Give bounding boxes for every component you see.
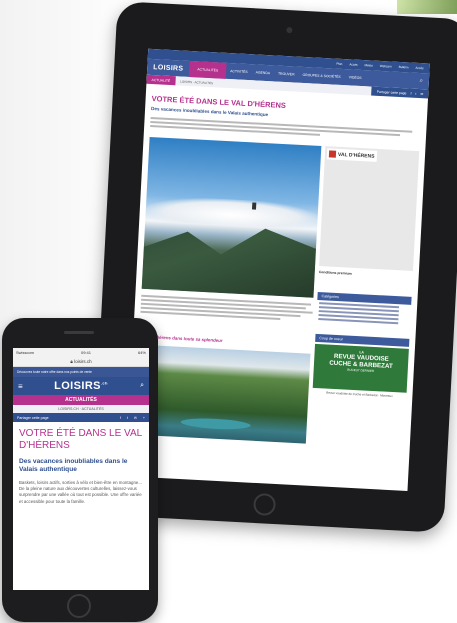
facebook-icon[interactable]: f <box>410 91 411 95</box>
article-body <box>140 294 313 324</box>
breadcrumb: LOISIRS.CH · ACTUALITÉS <box>13 405 149 413</box>
partner-logo: VAL D'HÉRENS <box>326 148 377 162</box>
topbar-link[interactable]: Meteo <box>364 63 373 67</box>
partner-box[interactable]: VAL D'HÉRENS <box>319 146 420 271</box>
nav-item-videos[interactable]: VIDÉOS <box>344 69 366 86</box>
search-icon[interactable]: ⌕ <box>419 78 429 85</box>
article: VOTRE ÉTÉ DANS LE VAL D'HÉRENS Des vacan… <box>13 422 149 505</box>
facebook-icon[interactable]: f <box>120 416 121 420</box>
hamburger-icon[interactable]: ≡ <box>18 382 34 391</box>
url-bar[interactable]: 🔒︎ loisirs.ch <box>13 356 149 367</box>
twitter-icon[interactable]: t <box>415 91 416 95</box>
logo-suffix: .ch <box>100 380 108 386</box>
phone-home-button[interactable] <box>67 594 91 618</box>
twitter-icon[interactable]: t <box>127 416 128 420</box>
paraglider-shape <box>251 202 257 210</box>
nav-item-trouver[interactable]: TROUVER <box>274 65 299 82</box>
background-corner <box>397 0 457 14</box>
article-text: Baskets, loisirs actifs, sorties à vélo … <box>19 480 142 504</box>
page-subtitle: Des vacances inoubliables dans le Valais… <box>19 458 128 473</box>
nav-item-activites[interactable]: ACTIVITÉS <box>226 63 252 80</box>
status-bar: Swisscom 09:41 64% <box>13 348 149 356</box>
tablet-home-button[interactable] <box>252 492 277 517</box>
topbar-link[interactable]: Plan <box>336 62 342 66</box>
mail-icon[interactable]: ✉ <box>420 92 423 96</box>
phone-device: Swisscom 09:41 64% 🔒︎ loisirs.ch Découvr… <box>2 318 158 622</box>
logo-text: LOISIRS <box>54 380 101 392</box>
topbar-link[interactable]: Accès <box>349 62 357 66</box>
more-icon[interactable]: + <box>143 416 145 420</box>
share-label: Partager cette page <box>376 89 407 95</box>
topbar-link[interactable]: Accès <box>415 66 423 70</box>
mountain-shape <box>142 219 317 298</box>
nav-item-actualites[interactable]: ACTUALITÉS <box>188 60 227 79</box>
share-bar: Partager cette page f t ✉ + <box>13 413 149 422</box>
section-tag[interactable]: ACTUALITÉ <box>146 74 176 86</box>
cloud-shape <box>145 194 319 230</box>
lock-icon: 🔒︎ <box>70 358 73 364</box>
topbar-link[interactable]: Bulletin <box>399 65 409 70</box>
breadcrumb: LOISIRS · ACTUALITÉS <box>180 79 214 85</box>
mail-icon[interactable]: ✉ <box>134 416 137 420</box>
valley-image[interactable] <box>134 344 311 444</box>
battery: 64% <box>137 349 146 355</box>
hero-image[interactable] <box>141 136 322 298</box>
tablet-screen: Plan Accès Meteo Webcam Bulletin Accès L… <box>125 48 430 491</box>
categories-links <box>316 302 411 325</box>
page-title: VOTRE ÉTÉ DANS LE VAL D'HÉRENS <box>19 428 142 451</box>
phone-speaker <box>64 331 94 334</box>
carrier: Swisscom <box>16 349 35 355</box>
site-header: ≡ LOISIRS.ch ⌕ <box>13 377 149 395</box>
phone-screen: Swisscom 09:41 64% 🔒︎ loisirs.ch Découvr… <box>13 348 149 590</box>
ad-banner[interactable]: LA REVUE VAUDOISE CUCHE & BARBEZAT BUGEU… <box>312 343 409 393</box>
search-icon[interactable]: ⌕ <box>128 382 144 390</box>
section-tab[interactable]: ACTUALITÉS <box>13 395 149 405</box>
share-label: Partager cette page <box>17 415 49 420</box>
url-text: loisirs.ch <box>74 358 92 364</box>
logo[interactable]: LOISIRS <box>147 63 189 73</box>
notice-banner[interactable]: Découvrez toute notre offre dans nos poi… <box>13 367 149 377</box>
topbar-link[interactable]: Webcam <box>380 64 392 69</box>
nav-item-agenda[interactable]: AGENDA <box>251 64 274 81</box>
sidebar: VAL D'HÉRENS Conditions premium Catégori… <box>312 146 420 399</box>
tablet-camera <box>286 26 293 34</box>
nav-item-groupes[interactable]: GROUPES & SOCIÉTÉS <box>298 67 345 85</box>
partner-caption: Conditions premium <box>318 270 352 276</box>
clock: 09:41 <box>80 349 91 355</box>
lake-shape <box>180 416 251 431</box>
partner-logo-icon <box>328 150 337 158</box>
logo[interactable]: LOISIRS.ch <box>34 380 128 392</box>
partner-logo-text: VAL D'HÉRENS <box>337 151 375 160</box>
